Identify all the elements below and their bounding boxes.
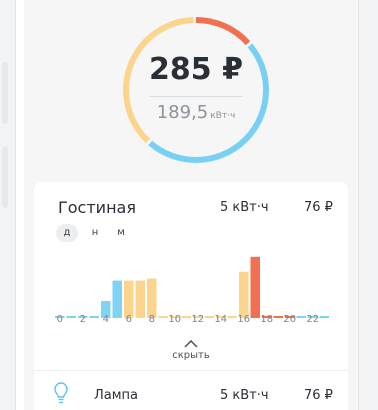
period-month-tab[interactable]: м (110, 224, 132, 242)
hide-chart-toggle[interactable]: скрыть (34, 340, 348, 361)
x-tick-label: 4 (102, 314, 109, 325)
chart-bar-hour-17 (250, 256, 260, 318)
total-cost: 285 ₽ (149, 52, 243, 87)
chart-bar-hour-7 (135, 280, 145, 318)
device-name[interactable]: Лампа (94, 388, 138, 403)
room-name: Гостиная (58, 198, 136, 217)
x-tick-label: 16 (237, 314, 251, 325)
period-day-tab[interactable]: д (56, 224, 78, 242)
room-card: Гостиная 5 кВт·ч 76 ₽ д н м 0 2 4 6 8 10 12 14 1… (34, 182, 348, 410)
gauge-ring (123, 17, 269, 163)
phone-side-button (2, 146, 8, 208)
chart-bar-hour-16 (239, 271, 249, 318)
total-energy-unit: кВт·ч (210, 111, 236, 121)
lamp-icon (54, 382, 68, 404)
period-week-tab[interactable]: н (84, 224, 106, 242)
consumption-gauge[interactable]: 285 ₽ 189,5 кВт·ч (120, 14, 272, 166)
x-tick-label: 14 (214, 314, 228, 325)
x-tick-label: 2 (79, 314, 86, 325)
chart-bar-hour-5 (112, 280, 122, 318)
chart-bar-hour-8 (147, 278, 157, 318)
phone-side-button (2, 62, 8, 124)
hourly-consumption-chart (55, 256, 329, 318)
device-energy: 5 кВт·ч (220, 388, 269, 403)
gauge-divider (150, 96, 242, 97)
x-tick-label: 20 (283, 314, 297, 325)
x-tick-label: 10 (168, 314, 182, 325)
x-tick-label: 12 (191, 314, 205, 325)
chevron-up-icon (184, 340, 198, 348)
phone-frame-right (358, 0, 378, 410)
room-energy: 5 кВт·ч (220, 200, 269, 215)
hide-label: скрыть (172, 350, 210, 361)
x-tick-label: 18 (260, 314, 274, 325)
x-tick-label: 8 (148, 314, 155, 325)
total-energy: 189,5 кВт·ч (120, 102, 272, 123)
divider (34, 370, 348, 371)
chart-bar-hour-6 (124, 280, 134, 318)
x-tick-label: 0 (56, 314, 63, 325)
total-energy-value: 189,5 (156, 102, 209, 123)
x-tick-label: 22 (306, 314, 320, 325)
x-tick-label: 6 (125, 314, 132, 325)
device-cost: 76 ₽ (304, 388, 333, 403)
room-cost: 76 ₽ (304, 200, 333, 215)
app-screen: 285 ₽ 189,5 кВт·ч Гостиная 5 кВт·ч 76 ₽ д… (24, 0, 358, 410)
